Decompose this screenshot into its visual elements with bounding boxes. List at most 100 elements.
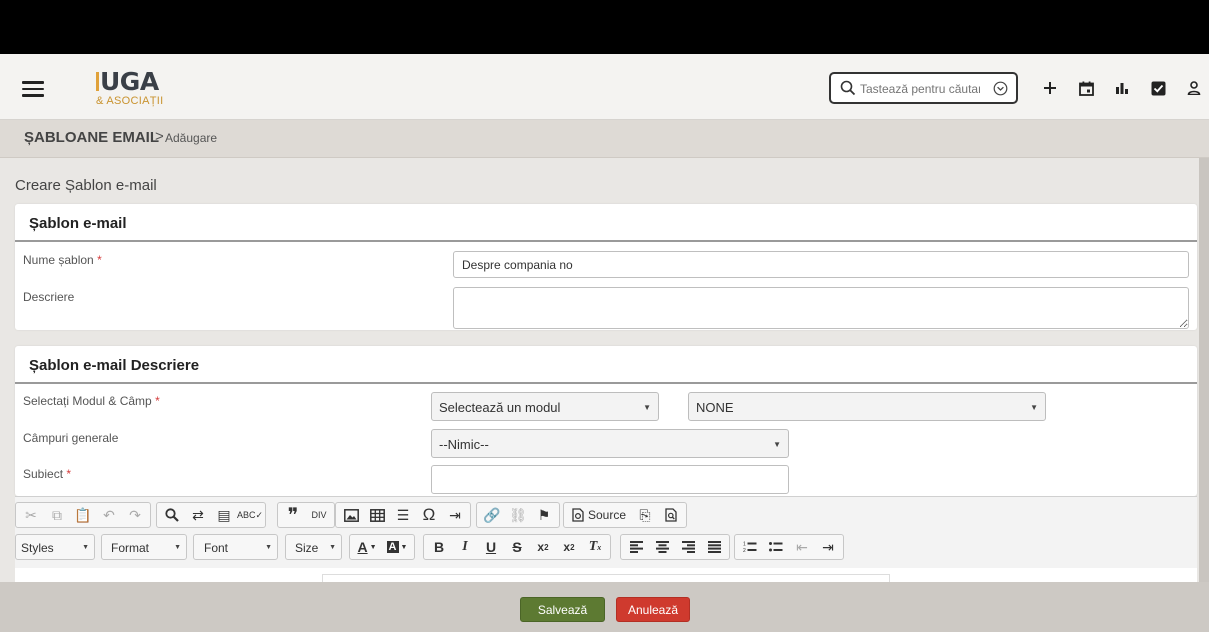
save-button[interactable]: Salvează	[520, 597, 605, 622]
remove-format-icon[interactable]: Tx	[582, 535, 608, 559]
templates-icon[interactable]: ⎘	[632, 503, 658, 527]
search-input[interactable]	[860, 78, 980, 100]
text-color-icon[interactable]: A ▼	[352, 535, 382, 559]
bulleted-list-icon[interactable]	[763, 535, 789, 559]
breadcrumb: ȘABLOANE EMAIL > Adăugare	[0, 120, 1209, 158]
find-icon[interactable]	[159, 503, 185, 527]
replace-icon[interactable]: ⇄	[185, 503, 211, 527]
general-fields-label: Câmpuri generale	[23, 431, 119, 445]
outdent-icon[interactable]: ⇤	[789, 535, 815, 559]
page-scrollbar[interactable]	[1199, 158, 1209, 582]
image-icon[interactable]	[338, 503, 364, 527]
chart-icon[interactable]	[1112, 78, 1132, 98]
clipboard-group: ✂ ⧉ 📋 ↶ ↷	[15, 502, 151, 528]
table-icon[interactable]	[364, 503, 390, 527]
description-label: Descriere	[23, 290, 75, 304]
bold-icon[interactable]: B	[426, 535, 452, 559]
source-button[interactable]: Source	[566, 503, 632, 527]
rich-text-toolbar: ✂ ⧉ 📋 ↶ ↷ ⇄ ▤ ABC✓ ❞ DIV ☰ Ω ⇥ 🔗 ⛓ ⚑ Sou…	[15, 496, 1197, 568]
align-center-icon[interactable]	[649, 535, 675, 559]
breadcrumb-module[interactable]: ȘABLOANE EMAIL	[24, 129, 159, 146]
list-group: 12 ⇤ ⇥	[734, 534, 844, 560]
blockquote-icon[interactable]: ❞	[280, 503, 306, 527]
italic-icon[interactable]: I	[452, 535, 478, 559]
calendar-icon[interactable]	[1076, 78, 1096, 98]
app-header: UGA & ASOCIAȚII	[0, 54, 1209, 120]
link-icon[interactable]: 🔗	[479, 503, 505, 527]
color-group: A ▼ A ▼	[349, 534, 415, 560]
block-group: ❞ DIV	[277, 502, 335, 528]
source-label: Source	[588, 508, 627, 522]
insert-group: ☰ Ω ⇥	[335, 502, 471, 528]
checkbox-icon[interactable]	[1148, 78, 1168, 98]
copy-icon[interactable]: ⧉	[44, 503, 70, 527]
svg-text:1: 1	[743, 542, 746, 548]
logo-text: UGA	[100, 67, 159, 96]
background-color-icon[interactable]: A ▼	[382, 535, 412, 559]
user-icon[interactable]	[1184, 78, 1204, 98]
breadcrumb-separator: >	[155, 128, 164, 145]
superscript-icon[interactable]: x2	[556, 535, 582, 559]
menu-icon[interactable]	[22, 81, 44, 97]
horizontal-rule-icon[interactable]: ☰	[390, 503, 416, 527]
anchor-flag-icon[interactable]: ⚑	[531, 503, 557, 527]
align-right-icon[interactable]	[675, 535, 701, 559]
main-content: Creare Șablon e-mail Șablon e-mail Nume …	[0, 158, 1199, 582]
font-combo[interactable]: Font ▼	[193, 534, 278, 560]
document-group: Source ⎘	[563, 502, 688, 528]
search-icon	[840, 80, 856, 96]
subject-input[interactable]	[431, 465, 789, 494]
div-container-icon[interactable]: DIV	[306, 503, 332, 527]
editor-body[interactable]	[322, 574, 890, 582]
plus-icon[interactable]	[1040, 78, 1060, 98]
field-select[interactable]: NONE ▼	[688, 392, 1046, 421]
panel-title: Șablon e-mail Descriere	[15, 346, 1197, 384]
black-letterbox	[0, 0, 1209, 54]
strikethrough-icon[interactable]: S	[504, 535, 530, 559]
template-panel: Șablon e-mail Nume șablon * Descriere	[15, 204, 1197, 330]
styles-combo[interactable]: Styles ▼	[15, 534, 95, 560]
basic-styles-group: B I U S x2 x2 Tx	[423, 534, 611, 560]
subscript-icon[interactable]: x2	[530, 535, 556, 559]
description-textarea[interactable]	[453, 287, 1189, 329]
find-group: ⇄ ▤ ABC✓	[156, 502, 266, 528]
align-left-icon[interactable]	[623, 535, 649, 559]
logo-subtext: & ASOCIAȚII	[96, 95, 164, 107]
action-footer: Salvează Anulează	[0, 582, 1209, 632]
justify-icon[interactable]	[701, 535, 727, 559]
general-fields-select[interactable]: --Nimic-- ▼	[431, 429, 789, 458]
source-icon	[572, 508, 584, 522]
special-char-icon[interactable]: Ω	[416, 503, 442, 527]
page-title: Creare Șablon e-mail	[15, 177, 157, 194]
paste-icon[interactable]: 📋	[70, 503, 96, 527]
template-description-panel: Șablon e-mail Descriere Selectați Modul …	[15, 346, 1197, 496]
undo-icon[interactable]: ↶	[96, 503, 122, 527]
size-combo[interactable]: Size ▼	[285, 534, 342, 560]
cut-icon[interactable]: ✂	[18, 503, 44, 527]
preview-icon[interactable]	[658, 503, 684, 527]
template-name-label: Nume șablon *	[23, 253, 102, 267]
align-group	[620, 534, 730, 560]
chevron-circle-icon[interactable]	[993, 81, 1008, 96]
indent-block-icon[interactable]: ⇥	[442, 503, 468, 527]
editor-area[interactable]	[15, 568, 1197, 582]
underline-icon[interactable]: U	[478, 535, 504, 559]
unlink-icon[interactable]: ⛓	[505, 503, 531, 527]
global-search-box[interactable]	[829, 72, 1018, 104]
cancel-button[interactable]: Anulează	[616, 597, 690, 622]
redo-icon[interactable]: ↷	[122, 503, 148, 527]
company-logo[interactable]: UGA & ASOCIAȚII	[96, 69, 186, 109]
link-group: 🔗 ⛓ ⚑	[476, 502, 560, 528]
template-name-input[interactable]	[453, 251, 1189, 278]
module-field-label: Selectați Modul & Câmp *	[23, 394, 160, 408]
module-select[interactable]: Selectează un modul ▼	[431, 392, 659, 421]
svg-text:2: 2	[743, 548, 746, 553]
subject-label: Subiect *	[23, 467, 72, 481]
format-combo[interactable]: Format ▼	[101, 534, 187, 560]
numbered-list-icon[interactable]: 12	[737, 535, 763, 559]
select-all-icon[interactable]: ▤	[211, 503, 237, 527]
panel-title: Șablon e-mail	[15, 204, 1197, 242]
spellcheck-icon[interactable]: ABC✓	[237, 503, 263, 527]
indent-icon[interactable]: ⇥	[815, 535, 841, 559]
breadcrumb-current: Adăugare	[165, 131, 218, 145]
